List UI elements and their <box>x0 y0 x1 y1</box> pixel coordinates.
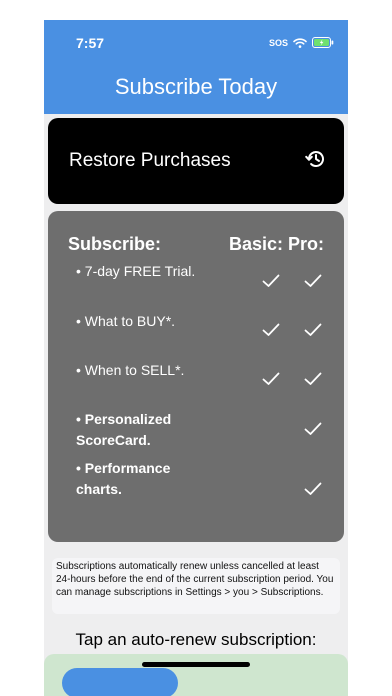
status-time: 7:57 <box>76 35 105 51</box>
pro-check-icon <box>304 372 322 386</box>
pro-check-icon <box>304 323 322 337</box>
basic-check-icon <box>262 274 280 288</box>
battery-icon <box>312 37 334 48</box>
feature-when-to-sell: • When to SELL*. <box>76 362 185 378</box>
subscription-comparison-card: Subscribe: Basic: Pro: • 7-day FREE Tria… <box>48 211 344 542</box>
wifi-icon <box>293 37 307 48</box>
sos-indicator: SOS <box>268 37 288 48</box>
header-bar: 7:57 SOS Subscribe Today <box>44 20 348 114</box>
auto-renew-disclaimer: Subscriptions automatically renew unless… <box>52 558 340 614</box>
feature-scorecard: • Personalized ScoreCard. <box>76 411 172 448</box>
tier-headings: Basic: Pro: <box>228 234 324 254</box>
pro-check-icon <box>304 422 322 436</box>
restore-purchases-button[interactable]: Restore Purchases <box>48 118 344 204</box>
app-screen: 7:57 SOS Subscribe Today Restore Purchas… <box>44 20 348 696</box>
pro-check-icon <box>304 482 322 496</box>
pro-check-icon <box>304 274 322 288</box>
feature-free-trial: • 7-day FREE Trial. <box>76 263 196 279</box>
subscribe-heading: Subscribe: <box>68 234 162 254</box>
auto-renew-prompt: Tap an auto-renew subscription: <box>75 630 317 649</box>
subscription-option-button[interactable] <box>62 668 178 696</box>
basic-check-icon <box>262 323 280 337</box>
status-icons: SOS <box>269 37 334 48</box>
feature-what-to-buy: • What to BUY*. <box>76 313 176 329</box>
history-icon <box>305 148 327 175</box>
feature-performance-charts: • Performance charts. <box>76 460 171 497</box>
restore-purchases-label: Restore Purchases <box>69 150 231 171</box>
home-indicator[interactable] <box>142 662 250 667</box>
page-title: Subscribe Today <box>114 74 278 99</box>
basic-check-icon <box>262 372 280 386</box>
